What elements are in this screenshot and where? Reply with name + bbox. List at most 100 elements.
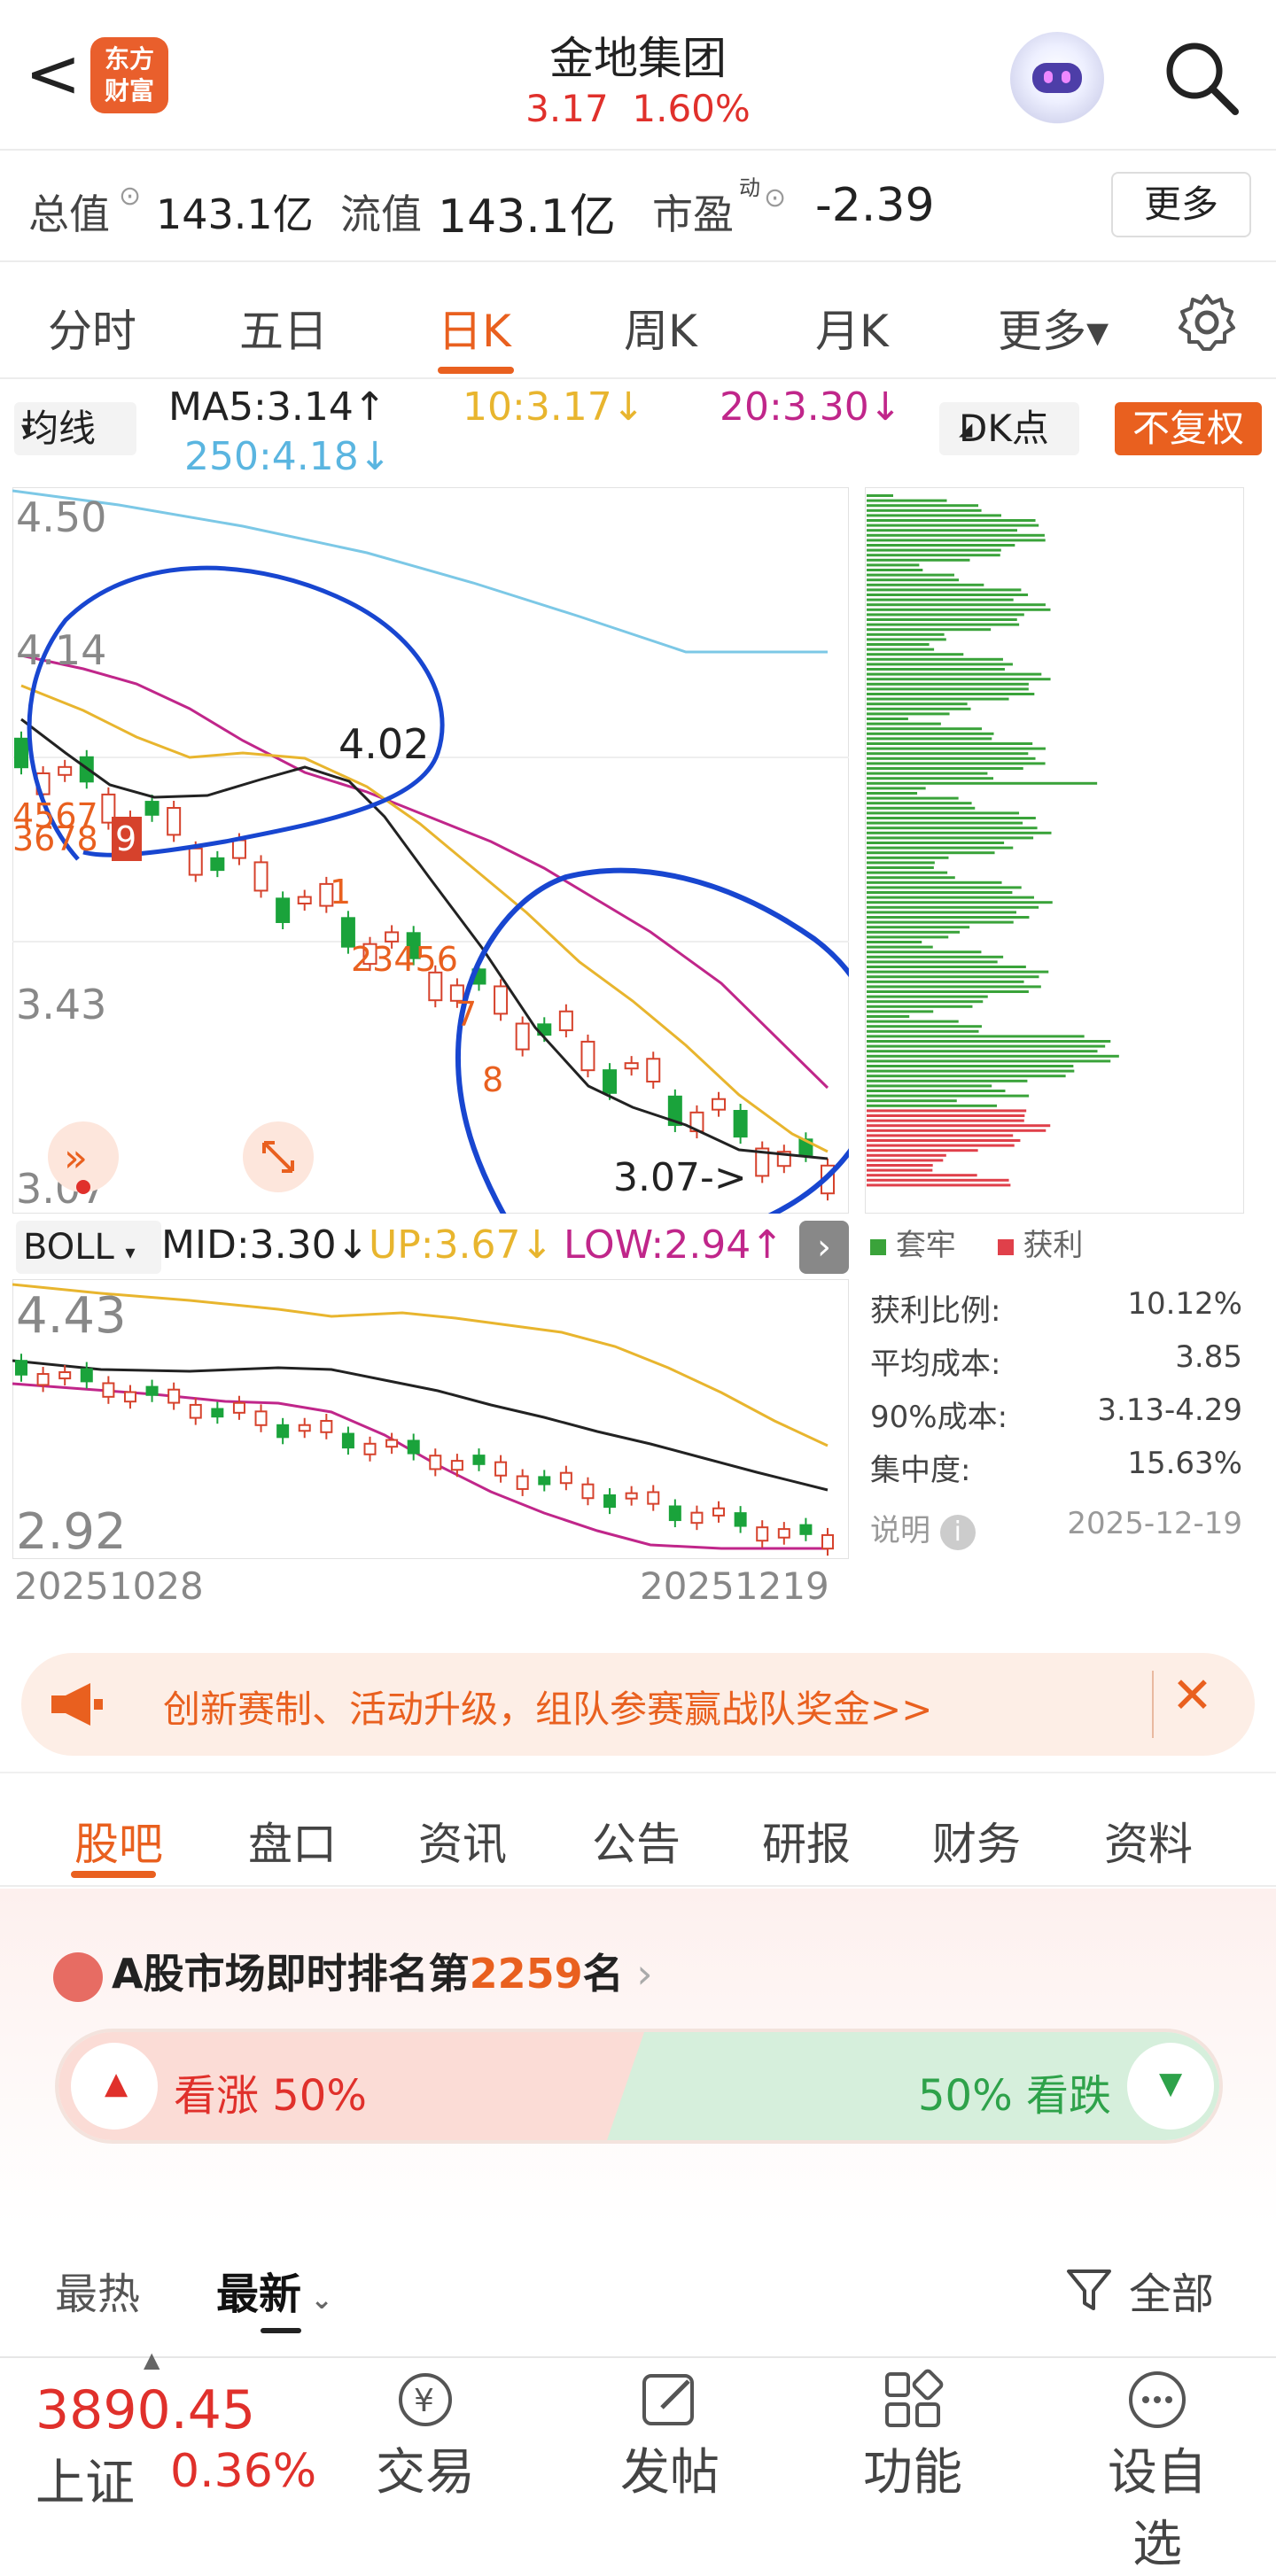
search-icon[interactable] [1161, 37, 1241, 117]
boll-selector[interactable]: BOLL ▾ [16, 1221, 161, 1274]
function-button[interactable]: 功能 [851, 2367, 975, 2504]
more-button[interactable]: 更多 [1111, 172, 1251, 237]
info-icon[interactable]: ⊙ [119, 181, 141, 212]
chip-bar [867, 573, 954, 577]
boll-chart[interactable]: 4.43 2.92 [12, 1279, 849, 1559]
trap-label: 套牢 [895, 1228, 956, 1263]
chip-bar [867, 558, 970, 562]
kline-chart[interactable]: 4.50 4.14 3.43 3.07 4.02 3.07-> 4567 367… [12, 487, 849, 1214]
total-value-label: 总值 [28, 190, 110, 238]
tab-five-day[interactable]: 五日 [239, 296, 328, 360]
chip-bar [867, 990, 1029, 993]
candle [646, 1058, 661, 1082]
period-tabs: 分时 五日 日K 周K 月K 更多▾ [0, 264, 1276, 379]
chip-bar [867, 796, 959, 800]
chip-distribution-chart [865, 487, 1244, 1214]
y-mid2-label: 3.43 [16, 981, 106, 1028]
candle [559, 1471, 572, 1485]
candle [297, 896, 312, 904]
boll-next-button[interactable]: › [799, 1221, 849, 1274]
chip-bar [867, 941, 922, 943]
td-seq-b: 3678 [12, 819, 98, 858]
tab-daily-k[interactable]: 日K [438, 296, 511, 360]
trap-swatch [870, 1239, 886, 1255]
sort-new[interactable]: 最新 ⌄ [216, 2259, 333, 2321]
chip-bar [867, 732, 994, 735]
candle [36, 1373, 50, 1386]
profit-swatch [997, 1239, 1014, 1255]
candle [603, 1494, 617, 1509]
chip-bar [867, 1054, 1119, 1058]
assistant-robot-icon[interactable] [1010, 32, 1104, 126]
td-seq-9: 9 [115, 819, 136, 858]
candle [581, 1483, 595, 1500]
note-row[interactable]: 说明 i 2025-12-19 [870, 1499, 1242, 1561]
candle [276, 1424, 290, 1439]
chip-bar [867, 955, 1004, 958]
chip-bar [867, 1015, 910, 1018]
sort-hot[interactable]: 最热 [55, 2259, 140, 2321]
indicator-selector[interactable]: 均线 ▾ [14, 402, 136, 455]
tab-monthly-k[interactable]: 月K [815, 296, 889, 360]
chip-bar [867, 781, 1098, 785]
candle [210, 857, 225, 872]
banner-text: 创新赛制、活动升级，组队参赛赢战队奖金>> [163, 1688, 933, 1731]
chip-bar [867, 970, 1049, 974]
chip-bar [867, 980, 1024, 983]
date-start: 20251028 [14, 1564, 204, 1608]
tab-intraday[interactable]: 分时 [48, 296, 136, 360]
bearish-label: 50% 看跌 [918, 2071, 1111, 2121]
candle [668, 1505, 681, 1522]
rank-line[interactable]: A股市场即时排名第2259名 › [53, 1942, 653, 2002]
candle [102, 1382, 115, 1398]
more-dots-icon [1129, 2371, 1186, 2428]
gear-icon[interactable] [1175, 291, 1239, 354]
adjust-button[interactable]: 不复权 [1115, 402, 1262, 455]
chip-bar [867, 1178, 1009, 1182]
chip-bar [867, 856, 949, 859]
chip-bar [867, 672, 1042, 676]
chip-bar [867, 1094, 1030, 1098]
chip-bar [867, 861, 935, 865]
tab-research[interactable]: 研报 [762, 1809, 851, 1873]
chip-bar [867, 514, 1001, 517]
chip-bar [867, 1040, 1111, 1043]
tab-profile[interactable]: 资料 [1104, 1809, 1193, 1873]
chip-bar [867, 1065, 1074, 1067]
chip-bar [867, 1069, 1075, 1073]
tab-more[interactable]: 更多▾ [998, 296, 1109, 360]
tab-finance[interactable]: 财务 [932, 1809, 1021, 1873]
chip-bar [867, 702, 968, 706]
chip-bar [867, 608, 1051, 611]
chip-bar [867, 737, 992, 741]
index-value[interactable]: 3890.45 [35, 2379, 255, 2441]
chip-bar [867, 632, 945, 636]
chip-bar [867, 663, 1013, 666]
chip-bar [867, 831, 1052, 834]
post-button[interactable]: 发帖 [608, 2367, 732, 2504]
chip-bar [867, 1168, 933, 1172]
chip-bar [867, 1099, 957, 1103]
tab-news[interactable]: 资讯 [418, 1809, 507, 1873]
dk-point-button[interactable]: DK点 ◢ [939, 402, 1079, 455]
info-icon[interactable]: ⊙ [764, 182, 786, 213]
filter-all[interactable]: 全部 [1129, 2259, 1214, 2321]
chip-bar [867, 697, 1009, 701]
chip-bar [867, 905, 1039, 909]
chip-bar [867, 767, 1023, 770]
watchlist-button[interactable]: 设自选 [1095, 2367, 1219, 2576]
pe-sup: 动 [739, 175, 760, 200]
candle [188, 847, 203, 876]
chip-bar [867, 752, 1029, 756]
td-seq-2: 23456 [351, 940, 458, 979]
promo-banner[interactable]: 创新赛制、活动升级，组队参赛赢战队奖金>> ✕ [21, 1653, 1255, 1756]
ma250-label: 250:4.18↓ [184, 434, 392, 479]
tab-weekly-k[interactable]: 周K [624, 296, 697, 360]
filter-icon[interactable] [1065, 2266, 1113, 2314]
close-icon[interactable]: ✕ [1171, 1667, 1213, 1725]
tab-announcements[interactable]: 公告 [592, 1809, 681, 1873]
tab-pankou[interactable]: 盘口 [248, 1809, 337, 1873]
tab-guba[interactable]: 股吧 [74, 1809, 163, 1873]
trade-button[interactable]: ¥ 交易 [363, 2367, 487, 2504]
chip-bar [867, 945, 933, 949]
